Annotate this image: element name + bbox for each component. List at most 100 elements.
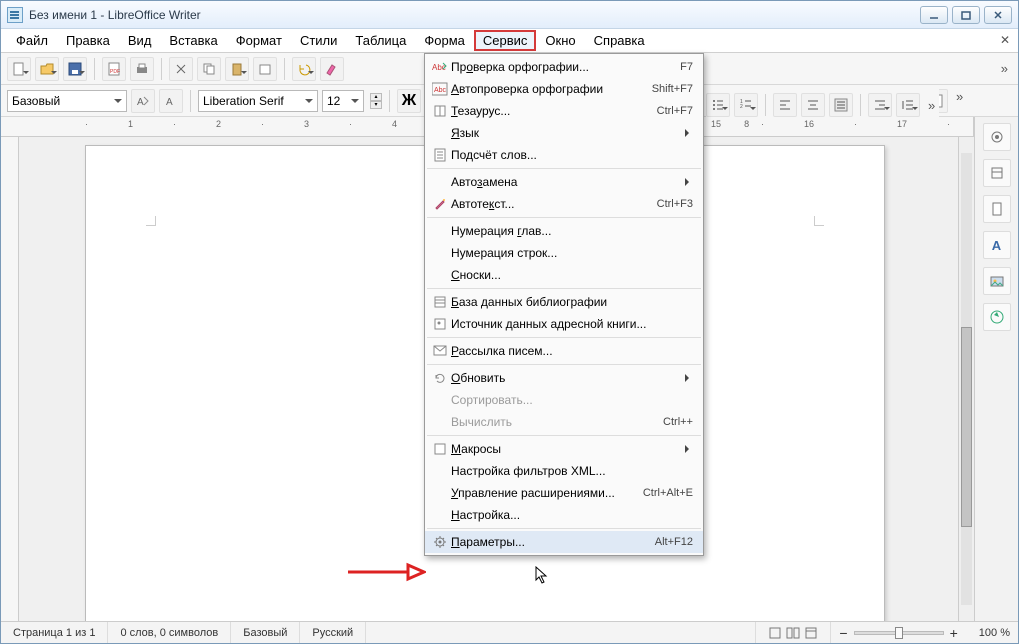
open-button[interactable]	[35, 57, 59, 81]
align-right-button[interactable]	[829, 93, 853, 117]
book-icon	[429, 104, 451, 118]
status-wordcount[interactable]: 0 слов, 0 символов	[108, 622, 231, 643]
db-icon	[429, 295, 451, 309]
font-name-combo[interactable]: Liberation Serif	[198, 90, 318, 112]
menu-item-label: Рассылка писем...	[451, 344, 693, 358]
menu-item[interactable]: AbcПроверка орфографии...F7	[425, 56, 703, 78]
menu-item-label: Нумерация глав...	[451, 224, 693, 238]
line-spacing-button[interactable]	[896, 93, 920, 117]
paragraph-style-combo[interactable]: Базовый	[7, 90, 127, 112]
toolbar-more-icon[interactable]: »	[997, 61, 1012, 76]
sidebar-properties-icon[interactable]	[983, 159, 1011, 187]
menu-item[interactable]: Настройка фильтров XML...	[425, 460, 703, 482]
app-window: Без имени 1 - LibreOffice Writer Файл Пр…	[0, 0, 1019, 644]
menu-item[interactable]: Параметры...Alt+F12	[425, 531, 703, 553]
menu-styles[interactable]: Стили	[291, 30, 346, 51]
document-icon	[7, 7, 23, 23]
menu-item-label: Сноски...	[451, 268, 693, 282]
zoom-slider[interactable]	[854, 631, 944, 635]
menu-item[interactable]: Макросы	[425, 438, 703, 460]
separator	[389, 90, 390, 112]
menu-item[interactable]: Тезаурус...Ctrl+F7	[425, 100, 703, 122]
menu-form[interactable]: Форма	[415, 30, 474, 51]
separator	[860, 94, 861, 116]
sidebar-styles-icon[interactable]: A	[983, 231, 1011, 259]
menu-window[interactable]: Окно	[536, 30, 584, 51]
toolbar-more-icon[interactable]: »	[924, 98, 939, 113]
separator	[765, 94, 766, 116]
maximize-button[interactable]	[952, 6, 980, 24]
bullet-list-button[interactable]	[706, 93, 730, 117]
menu-help[interactable]: Справка	[585, 30, 654, 51]
menu-view[interactable]: Вид	[119, 30, 161, 51]
toolbar-more-icon[interactable]: »	[952, 89, 967, 113]
menu-item[interactable]: Автотекст...Ctrl+F3	[425, 193, 703, 215]
bold-button[interactable]: Ж	[397, 89, 421, 113]
minimize-button[interactable]	[920, 6, 948, 24]
clone-button[interactable]	[253, 57, 277, 81]
vertical-ruler[interactable]	[1, 137, 19, 621]
doc-icon	[429, 148, 451, 162]
status-style[interactable]: Базовый	[231, 622, 300, 643]
sidebar: A	[974, 117, 1018, 621]
gear-icon	[429, 535, 451, 549]
mail-icon	[429, 345, 451, 357]
align-left-button[interactable]	[773, 93, 797, 117]
paste-button[interactable]	[225, 57, 249, 81]
vertical-scrollbar[interactable]	[958, 137, 974, 621]
save-button[interactable]	[63, 57, 87, 81]
status-page[interactable]: Страница 1 из 1	[1, 622, 108, 643]
menu-table[interactable]: Таблица	[346, 30, 415, 51]
menu-item-label: Автопроверка орфографии	[451, 82, 642, 96]
sidebar-navigator-icon[interactable]	[983, 303, 1011, 331]
menu-item[interactable]: Нумерация строк...	[425, 242, 703, 264]
font-size-combo[interactable]: 12	[322, 90, 364, 112]
menu-item[interactable]: Сноски...	[425, 264, 703, 286]
export-pdf-button[interactable]: PDF	[102, 57, 126, 81]
menu-item[interactable]: Язык	[425, 122, 703, 144]
menu-item-shortcut: Ctrl+Alt+E	[643, 487, 693, 499]
menu-edit[interactable]: Правка	[57, 30, 119, 51]
menu-item[interactable]: AbcАвтопроверка орфографииShift+F7	[425, 78, 703, 100]
new-button[interactable]	[7, 57, 31, 81]
update-style-button[interactable]: A	[131, 89, 155, 113]
menu-item[interactable]: Настройка...	[425, 504, 703, 526]
menu-item[interactable]: Автозамена	[425, 171, 703, 193]
new-style-button[interactable]: A	[159, 89, 183, 113]
font-size-spinner[interactable]: ▴▾	[370, 93, 382, 109]
zoom-control[interactable]: − + 100 %	[831, 625, 1018, 641]
increase-indent-button[interactable]	[868, 93, 892, 117]
menu-item-label: Язык	[451, 126, 679, 140]
menu-item[interactable]: Нумерация глав...	[425, 220, 703, 242]
sidebar-page-icon[interactable]	[983, 195, 1011, 223]
align-center-button[interactable]	[801, 93, 825, 117]
status-bar: Страница 1 из 1 0 слов, 0 символов Базов…	[1, 621, 1018, 643]
menu-item[interactable]: Управление расширениями...Ctrl+Alt+E	[425, 482, 703, 504]
cut-button[interactable]	[169, 57, 193, 81]
menu-bar: Файл Правка Вид Вставка Формат Стили Таб…	[1, 29, 1018, 53]
close-document-icon[interactable]: ✕	[1000, 33, 1010, 47]
number-list-button[interactable]: 12	[734, 93, 758, 117]
close-button[interactable]	[984, 6, 1012, 24]
undo-button[interactable]	[292, 57, 316, 81]
print-button[interactable]	[130, 57, 154, 81]
menu-item[interactable]: Обновить	[425, 367, 703, 389]
menu-item[interactable]: База данных библиографии	[425, 291, 703, 313]
status-view-icons[interactable]	[756, 622, 831, 643]
margin-mark-icon	[146, 216, 156, 226]
copy-button[interactable]	[197, 57, 221, 81]
menu-insert[interactable]: Вставка	[160, 30, 226, 51]
menu-item[interactable]: Источник данных адресной книги...	[425, 313, 703, 335]
submenu-arrow-icon	[685, 445, 693, 453]
menu-item-label: Проверка орфографии...	[451, 60, 670, 74]
menu-tools[interactable]: Сервис	[474, 30, 537, 51]
sidebar-gallery-icon[interactable]	[983, 267, 1011, 295]
menu-format[interactable]: Формат	[227, 30, 291, 51]
zoom-value: 100 %	[979, 627, 1010, 639]
menu-item[interactable]: Рассылка писем...	[425, 340, 703, 362]
sidebar-settings-icon[interactable]	[983, 123, 1011, 151]
menu-item[interactable]: Подсчёт слов...	[425, 144, 703, 166]
status-language[interactable]: Русский	[300, 622, 366, 643]
format-paintbrush-button[interactable]	[320, 57, 344, 81]
menu-file[interactable]: Файл	[7, 30, 57, 51]
